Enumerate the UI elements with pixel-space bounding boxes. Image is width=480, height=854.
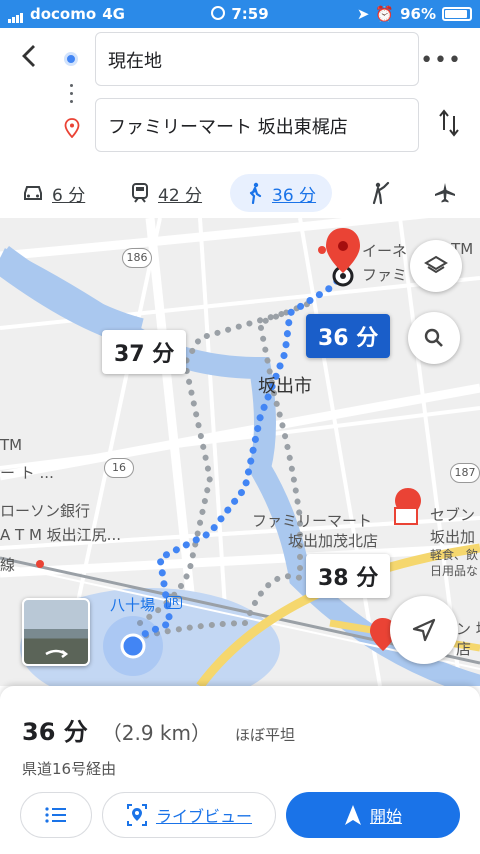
- navigation-arrow-icon: [412, 618, 436, 642]
- rotation-lock-icon: [211, 6, 226, 20]
- location-icon: ➤: [356, 5, 370, 23]
- map-label-lawson1: ローソン銀行: [0, 502, 91, 520]
- map-label-dash-left: ー ト ...: [0, 464, 54, 482]
- travel-mode-bar: 6 分 42 分 36 分: [0, 174, 480, 216]
- route-alt1-bubble[interactable]: 37 分: [102, 330, 187, 374]
- map-label-atm-left: TM: [0, 436, 23, 454]
- navigation-icon: [344, 805, 361, 825]
- ride-icon: [372, 181, 390, 205]
- map-label-seven4: 日用品な: [430, 564, 479, 578]
- start-button[interactable]: 開始: [286, 792, 460, 838]
- time-label: 7:59: [231, 5, 269, 23]
- swap-icon[interactable]: [438, 108, 460, 138]
- map-label-seven-bottom2: 店: [456, 640, 472, 658]
- route-186-badge: 186: [122, 248, 152, 268]
- map-label-fami1: ファミリーマート: [252, 512, 373, 530]
- map-view[interactable]: 186 16 187 イーネ ATM ファミ TM ー ト ... ローソン銀行…: [0, 218, 480, 686]
- mode-walk[interactable]: 36 分: [230, 174, 333, 212]
- map-label-seven3: 軽食、飲: [430, 548, 479, 562]
- steps-list-button[interactable]: [20, 792, 92, 838]
- route-selected-bubble[interactable]: 36 分: [306, 314, 391, 358]
- map-label-lawson2: A T M 坂出江尻...: [0, 526, 121, 544]
- mode-train[interactable]: 42 分: [130, 174, 202, 212]
- start-label: 開始: [369, 807, 402, 826]
- live-view-icon: [126, 804, 147, 826]
- mode-ride[interactable]: [370, 174, 392, 212]
- map-label-seven-bottom: ン 坂: [456, 620, 480, 638]
- map-label-fami-top: ファミ: [362, 266, 408, 284]
- street-view-thumbnail[interactable]: [22, 598, 90, 666]
- street-view-rotate-icon: [45, 649, 69, 658]
- mode-walk-label: 36 分: [272, 185, 317, 206]
- route-summary-sheet: 36 分 （2.9 km） ほぼ平坦 県道16号経由 ライブビュー 開始: [0, 686, 480, 854]
- destination-pin-icon: [64, 118, 80, 138]
- map-label-seven2: 坂出加: [430, 528, 476, 546]
- origin-dot-icon: [64, 52, 78, 66]
- destination-field[interactable]: ファミリーマート 坂出東梶店: [95, 98, 419, 152]
- summary-time: 36 分: [22, 718, 88, 746]
- origin-field[interactable]: 現在地: [95, 32, 419, 86]
- more-options-icon[interactable]: •••: [420, 48, 462, 73]
- battery-icon: [442, 7, 472, 21]
- search-button[interactable]: [408, 312, 460, 364]
- map-label-fami2: 坂出加茂北店: [288, 532, 379, 550]
- route-16-badge: 16: [104, 458, 134, 478]
- train-icon: [132, 183, 148, 203]
- route-dots-icon: [70, 84, 73, 108]
- battery-percent: 96%: [400, 5, 436, 23]
- map-label-sen: 線: [0, 556, 16, 574]
- live-view-label: ライブビュー: [155, 807, 252, 826]
- map-label-aeon: イーネ: [362, 242, 408, 260]
- status-bar: docomo 4G 7:59 ➤ ⏰ 96%: [0, 0, 480, 28]
- summary-distance: （2.9 km）: [101, 721, 211, 745]
- search-icon: [424, 328, 443, 347]
- recenter-button[interactable]: [390, 596, 458, 664]
- car-icon: [24, 186, 42, 200]
- live-view-button[interactable]: ライブビュー: [102, 792, 276, 838]
- station-jr-icon: JR: [166, 596, 182, 609]
- summary-via: 県道16号経由: [22, 760, 117, 778]
- alarm-icon: ⏰: [375, 5, 395, 23]
- summary-terrain: ほぼ平坦: [235, 726, 296, 744]
- mode-car-label: 6 分: [52, 185, 86, 206]
- map-label-seven1: セブン: [430, 506, 476, 524]
- directions-header: 現在地 ファミリーマート 坂出東梶店 ••• 6 分 42 分 36 分: [0, 28, 480, 218]
- mode-train-label: 42 分: [158, 185, 203, 206]
- mode-flight[interactable]: [434, 174, 456, 212]
- layers-icon: [424, 255, 448, 274]
- layers-button[interactable]: [410, 240, 462, 292]
- map-label-station: 八十場: [110, 596, 156, 614]
- back-icon[interactable]: [16, 42, 44, 70]
- map-label-city: 坂出市: [258, 376, 312, 397]
- walk-icon: [249, 182, 262, 204]
- route-187-badge: 187: [450, 463, 480, 483]
- route-alt2-bubble[interactable]: 38 分: [306, 554, 391, 598]
- list-icon: [45, 807, 66, 823]
- flight-icon: [435, 183, 455, 203]
- mode-car[interactable]: 6 分: [22, 174, 85, 212]
